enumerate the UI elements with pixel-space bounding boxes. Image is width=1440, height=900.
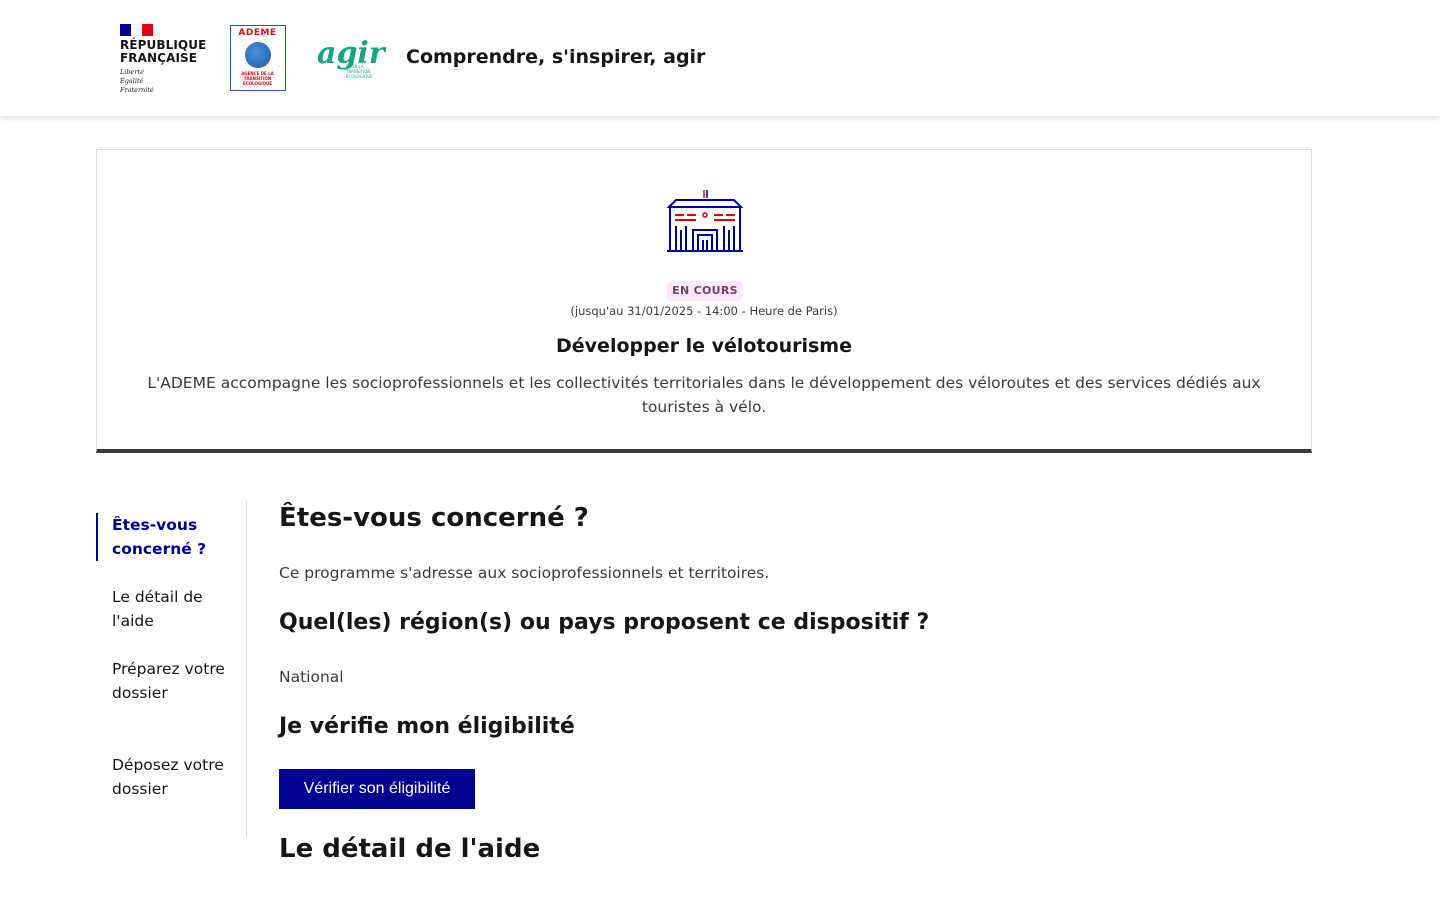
eligibility-title: Je vérifie mon éligibilité xyxy=(279,714,575,739)
french-flag-icon xyxy=(120,24,153,36)
status-badge: EN COURS xyxy=(667,281,743,301)
side-menu: Êtes-vous concerné ? Le détail de l'aide… xyxy=(96,501,247,837)
republique-motto: Liberté Égalité Fraternité xyxy=(120,68,154,94)
section-title-detail: Le détail de l'aide xyxy=(279,834,541,864)
check-eligibility-button[interactable]: Vérifier son éligibilité xyxy=(279,769,475,809)
agir-subtitle: POUR LA TRANSITION ÉCOLOGIQUE xyxy=(346,64,373,79)
ademe-logo[interactable]: ADEME AGENCE DE LA TRANSITION ÉCOLOGIQUE xyxy=(230,25,286,91)
republique-francaise-logo[interactable]: RÉPUBLIQUE FRANÇAISE Liberté Égalité Fra… xyxy=(120,24,210,96)
side-item-submit[interactable]: Déposez votre dossier xyxy=(112,753,232,801)
building-icon xyxy=(666,190,744,252)
ademe-wordmark: ADEME xyxy=(238,28,277,38)
site-title[interactable]: Comprendre, s'inspirer, agir xyxy=(406,46,705,68)
active-indicator xyxy=(96,513,98,561)
program-card: EN COURS (jusqu'au 31/01/2025 - 14:00 - … xyxy=(96,149,1312,453)
main-content: Êtes-vous concerné ? Ce programme s'adre… xyxy=(279,501,1312,900)
program-title: Développer le vélotourisme xyxy=(556,335,852,357)
side-item-concerned[interactable]: Êtes-vous concerné ? xyxy=(112,513,232,561)
republique-francaise-name: RÉPUBLIQUE FRANÇAISE xyxy=(120,38,207,65)
section-title-concerned: Êtes-vous concerné ? xyxy=(279,503,589,533)
concerned-text: Ce programme s'adresse aux socioprofessi… xyxy=(279,564,770,582)
regions-title: Quel(les) région(s) ou pays proposent ce… xyxy=(279,610,930,635)
side-item-detail[interactable]: Le détail de l'aide xyxy=(112,585,232,633)
side-item-prepare[interactable]: Préparez votre dossier xyxy=(112,657,232,705)
site-header: RÉPUBLIQUE FRANÇAISE Liberté Égalité Fra… xyxy=(0,0,1440,117)
globe-icon xyxy=(245,42,271,68)
deadline-text: (jusqu'au 31/01/2025 - 14:00 - Heure de … xyxy=(570,304,838,318)
agir-logo[interactable]: agir POUR LA TRANSITION ÉCOLOGIQUE xyxy=(317,36,385,80)
program-description: L'ADEME accompagne les socioprofessionne… xyxy=(147,374,1261,416)
ademe-subtitle: AGENCE DE LA TRANSITION ÉCOLOGIQUE xyxy=(241,71,274,86)
regions-value: National xyxy=(279,668,344,686)
